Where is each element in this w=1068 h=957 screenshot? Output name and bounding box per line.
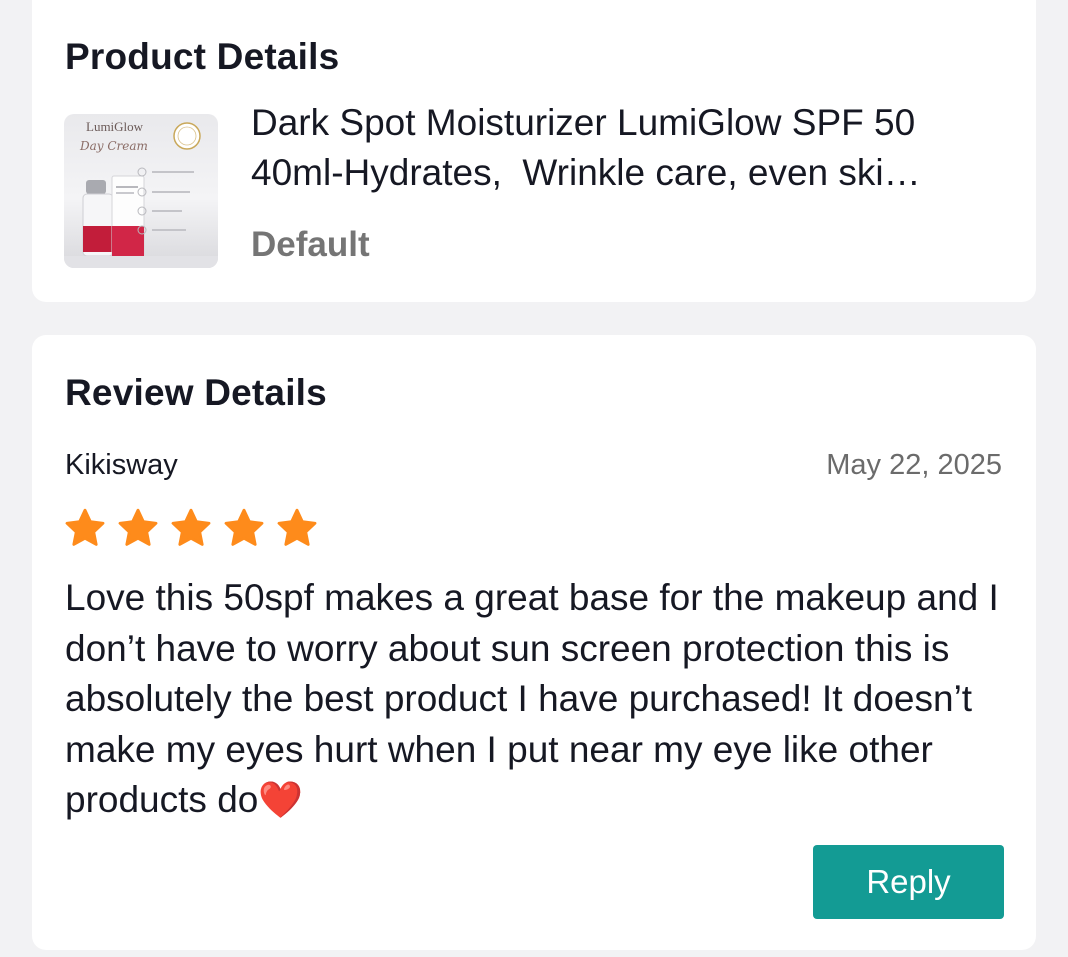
star-rating <box>64 507 318 549</box>
product-variant: Default <box>251 225 370 264</box>
review-date: May 22, 2025 <box>826 449 1002 481</box>
review-details-title: Review Details <box>65 372 327 413</box>
product-details-card: Product Details LumiGlow Day Cream Dark … <box>32 0 1036 302</box>
product-thumbnail[interactable]: LumiGlow Day Cream <box>64 114 218 268</box>
product-details-title: Product Details <box>65 36 340 77</box>
star-icon <box>118 508 158 546</box>
reply-button[interactable]: Reply <box>813 845 1004 919</box>
review-details-card: Review Details Kikisway May 22, 2025 Lov… <box>32 335 1036 950</box>
star-icon <box>224 508 264 546</box>
svg-text:Day Cream: Day Cream <box>79 139 148 153</box>
product-image-icon: LumiGlow Day Cream <box>64 119 218 268</box>
heart-emoji-icon: ❤️ <box>258 779 304 820</box>
review-body: Love this 50spf makes a great base for t… <box>65 577 999 820</box>
reviewer-name: Kikisway <box>65 449 178 481</box>
star-icon <box>277 508 317 546</box>
product-title[interactable]: Dark Spot Moisturizer LumiGlow SPF 50 40… <box>251 98 991 198</box>
star-icon <box>65 508 105 546</box>
star-icon <box>171 508 211 546</box>
review-text: Love this 50spf makes a great base for t… <box>65 573 1015 826</box>
svg-text:LumiGlow: LumiGlow <box>86 119 144 134</box>
